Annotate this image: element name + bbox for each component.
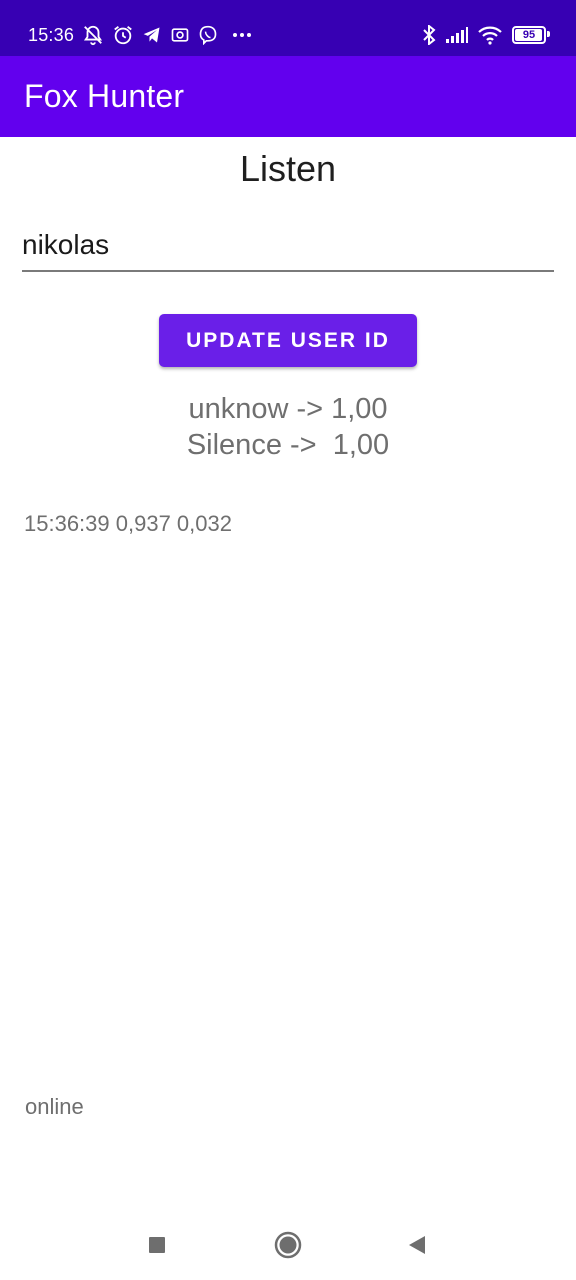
battery-percent: 95 (522, 29, 536, 41)
user-id-input[interactable] (22, 226, 554, 272)
battery-icon: 95 (512, 26, 550, 44)
camera-app-icon (170, 25, 190, 45)
more-dots-icon (232, 32, 252, 38)
result-line-unknow: unknow -> 1,00 (188, 393, 388, 425)
telegram-icon (142, 25, 162, 45)
app-bar: Fox Hunter (0, 56, 576, 137)
alarm-icon (112, 24, 134, 46)
back-icon[interactable] (397, 1230, 437, 1260)
status-right-group: 95 (413, 24, 550, 46)
wifi-icon (478, 25, 502, 45)
viber-icon (198, 25, 218, 45)
connection-status: online (25, 1094, 84, 1119)
status-left-group: 15:36 (28, 24, 252, 46)
status-bar: 15:36 95 (0, 0, 576, 56)
log-line: 15:36:39 0,937 0,032 (24, 511, 232, 536)
navigation-bar (0, 1210, 576, 1280)
bluetooth-icon (422, 25, 436, 45)
status-time: 15:36 (28, 24, 75, 45)
app-title: Fox Hunter (24, 78, 185, 114)
signal-icon (445, 26, 469, 44)
notifications-off-icon (82, 24, 104, 46)
update-user-id-button[interactable]: Update user ID (159, 314, 417, 367)
recents-icon[interactable] (137, 1230, 177, 1260)
page-title: Listen (239, 148, 337, 189)
home-icon[interactable] (268, 1230, 308, 1260)
result-line-silence: Silence -> 1,00 (186, 429, 390, 461)
